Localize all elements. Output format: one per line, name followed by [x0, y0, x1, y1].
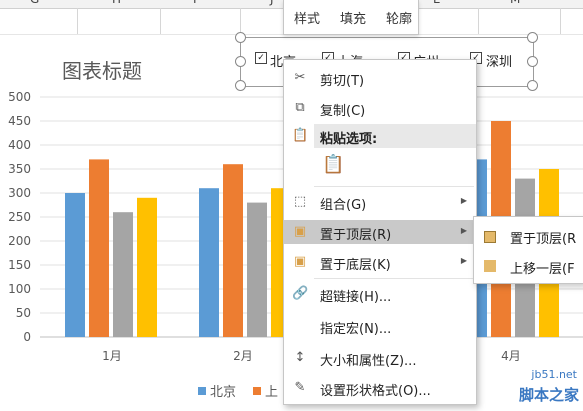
menu-item-label: 大小和属性(Z)...: [320, 354, 417, 369]
menu-item-format-shape[interactable]: ✎ 设置形状格式(O)...: [284, 376, 476, 400]
send-to-back-icon: ▣: [293, 254, 307, 269]
y-tick-label: 0: [23, 330, 31, 344]
submenu-item-bring-forward[interactable]: 上移一层(F: [474, 253, 583, 279]
resize-handle[interactable]: [235, 56, 246, 67]
submenu-item-label: 置于顶层(R: [510, 232, 577, 247]
x-category-label: 1月: [102, 349, 122, 363]
y-tick-label: 250: [8, 210, 31, 224]
context-menu: ✂ 剪切(T) ⧉ 复制(C) 📋 粘贴选项: 📋 ⬚ 组合(G) ▶ ▣ 置于…: [283, 59, 477, 405]
scissors-icon: ✂: [294, 70, 306, 85]
y-tick-label: 150: [8, 258, 31, 272]
bring-to-front-submenu: 置于顶层(R 上移一层(F: [473, 216, 583, 284]
bar[interactable]: [247, 202, 267, 337]
submenu-item-bring-to-front[interactable]: 置于顶层(R: [474, 223, 583, 249]
y-tick-label: 100: [8, 282, 31, 296]
hyperlink-icon: 🔗: [292, 286, 309, 301]
y-tick-label: 200: [8, 234, 31, 248]
submenu-arrow-icon: ▶: [460, 256, 467, 265]
menu-item-label: 复制(C): [320, 104, 366, 119]
menu-separator: [314, 278, 474, 279]
menu-item-assign-macro[interactable]: 指定宏(N)...: [284, 314, 476, 338]
menu-item-label: 置于顶层(R): [320, 228, 392, 243]
paste-options-label: 粘贴选项:: [320, 132, 378, 147]
bar[interactable]: [199, 188, 219, 337]
menu-item-label: 置于底层(K): [320, 258, 391, 273]
y-tick-label: 400: [8, 138, 31, 152]
menu-item-bring-to-front[interactable]: ▣ 置于顶层(R) ▶: [284, 220, 476, 244]
submenu-arrow-icon: ▶: [460, 226, 467, 235]
legend-entry[interactable]: 深圳: [486, 51, 512, 70]
paste-options-header: 粘贴选项:: [314, 124, 476, 148]
x-category-label: 4月: [501, 349, 521, 363]
y-tick-label: 500: [8, 90, 31, 104]
bar[interactable]: [89, 159, 109, 337]
legend-checkbox[interactable]: ✓: [255, 52, 267, 64]
legend-label: 北京: [210, 385, 237, 400]
legend-swatch: [253, 387, 261, 395]
outline-button[interactable]: 轮廓: [386, 8, 412, 27]
menu-item-size-properties[interactable]: ↕ 大小和属性(Z)...: [284, 346, 476, 370]
bar[interactable]: [113, 212, 133, 337]
resize-handle[interactable]: [527, 80, 538, 91]
bring-to-front-icon: ▣: [293, 224, 307, 239]
menu-item-cut[interactable]: ✂ 剪切(T): [284, 66, 476, 90]
bar[interactable]: [137, 197, 157, 337]
style-button[interactable]: 样式: [294, 8, 320, 27]
menu-item-send-to-back[interactable]: ▣ 置于底层(K) ▶: [284, 250, 476, 274]
menu-separator: [314, 186, 474, 187]
legend-label: 上: [265, 385, 279, 400]
legend-swatch: [198, 387, 206, 395]
resize-handle[interactable]: [527, 32, 538, 43]
copy-icon: ⧉: [295, 100, 305, 115]
bar[interactable]: [65, 193, 85, 337]
submenu-arrow-icon: ▶: [460, 196, 467, 205]
fill-button[interactable]: 填充: [340, 8, 366, 27]
menu-item-label: 剪切(T): [320, 74, 365, 89]
resize-handle[interactable]: [235, 80, 246, 91]
menu-item-label: 组合(G): [320, 198, 367, 213]
resize-handle[interactable]: [235, 32, 246, 43]
bring-to-front-icon: [484, 231, 496, 243]
bring-forward-icon: [484, 260, 496, 272]
menu-item-label: 超链接(H)...: [320, 290, 392, 305]
menu-item-hyperlink[interactable]: 🔗 超链接(H)...: [284, 282, 476, 306]
group-icon: ⬚: [293, 194, 307, 209]
bar[interactable]: [223, 164, 243, 337]
paste-icon: 📋: [292, 128, 309, 143]
paste-icon[interactable]: 📋: [322, 154, 344, 178]
menu-item-group[interactable]: ⬚ 组合(G) ▶: [284, 190, 476, 214]
x-category-label: 2月: [233, 349, 253, 363]
watermark-logo: 脚本之家: [518, 386, 579, 404]
menu-item-copy[interactable]: ⧉ 复制(C): [284, 96, 476, 120]
y-tick-label: 350: [8, 162, 31, 176]
resize-handle[interactable]: [527, 56, 538, 67]
size-properties-icon: ↕: [294, 350, 306, 365]
menu-item-label: 设置形状格式(O)...: [320, 384, 431, 399]
y-tick-label: 50: [16, 306, 31, 320]
y-tick-label: 300: [8, 186, 31, 200]
mini-toolbar: 样式 填充 轮廓: [283, 0, 419, 35]
submenu-item-label: 上移一层(F: [510, 262, 575, 277]
chart-title[interactable]: 图表标题: [62, 55, 142, 84]
menu-item-label: 指定宏(N)...: [320, 322, 392, 337]
watermark-url: jb51.net: [531, 368, 577, 381]
format-shape-icon: ✎: [294, 380, 306, 395]
y-tick-label: 450: [8, 114, 31, 128]
